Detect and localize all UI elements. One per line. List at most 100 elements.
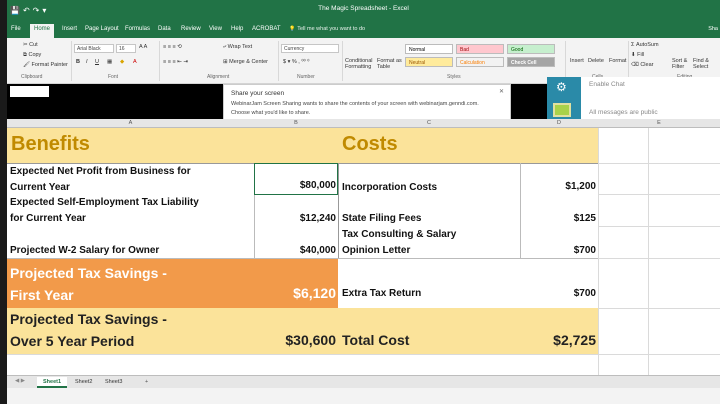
copy-button[interactable]: ⧉ Copy [23,52,41,59]
sheet-tab-sheet1[interactable]: Sheet1 [37,377,68,388]
enable-chat-label[interactable]: Enable Chat [589,81,625,88]
column-header-d[interactable]: D [520,120,598,126]
sheet-tab-sheet2[interactable]: Sheet2 [69,377,98,388]
extra-tax-label[interactable]: Extra Tax Return [342,286,421,302]
sheet-tab-sheet3[interactable]: Sheet3 [99,377,128,388]
cost-label[interactable]: Tax Consulting & Salary Opinion Letter [342,227,456,259]
worksheet-grid: Benefits Costs Expected Net Profit from … [7,128,720,375]
benefit-label[interactable]: Projected W-2 Salary for Owner [10,243,159,259]
chat-sidebar: ⚙ [547,77,581,119]
cost-label[interactable]: State Filing Fees [342,211,421,227]
column-header-c[interactable]: C [338,120,520,126]
excel-window: 💾↶↷▾ The Magic Spreadsheet - Excel File … [7,0,720,404]
style-normal[interactable]: Normal [405,44,453,54]
total-cost-value[interactable]: $2,725 [522,332,596,348]
benefit-label[interactable]: Expected Self-Employment Tax Liability fo… [10,195,199,227]
share-screen-popup: Share your screen WebinarJam Screen Shar… [223,84,511,120]
tab-help[interactable]: Help [231,26,243,32]
title-bar: 💾↶↷▾ The Magic Spreadsheet - Excel [7,0,720,23]
share-button[interactable]: Sha [708,26,718,32]
wrap-text-button[interactable]: ⤶ Wrap Text [223,44,252,51]
extra-tax-value[interactable]: $700 [522,288,596,299]
savings-first-label[interactable]: Projected Tax Savings - First Year [10,262,167,306]
column-header-e[interactable]: E [598,120,720,126]
insert-cells-button[interactable]: Insert [570,58,584,64]
savings-five-label[interactable]: Projected Tax Savings - Over 5 Year Perio… [10,308,167,352]
tab-file[interactable]: File [11,26,21,32]
merge-center-button[interactable]: ⊞ Merge & Center [223,59,268,65]
align-icons[interactable]: ≡ ≡ ≡ ⟲ [163,44,182,50]
cost-label[interactable]: Incorporation Costs [342,180,437,196]
tab-formulas[interactable]: Formulas [125,26,150,32]
column-headers: A B C D E [7,119,720,128]
cut-button[interactable]: ✂ Cut [23,42,38,48]
total-cost-label[interactable]: Total Cost [342,332,409,348]
benefits-header[interactable]: Benefits [11,133,90,156]
format-painter-button[interactable]: 🖌 Format Painter [23,62,68,68]
benefit-value[interactable]: $40,000 [256,245,336,256]
savings-five-value[interactable]: $30,600 [256,332,336,348]
tab-review[interactable]: Review [181,26,201,32]
clipboard-group-label: Clipboard [21,74,43,80]
fill-color-icon[interactable]: ◆ [120,59,124,65]
number-format-icons[interactable]: $ ▾ % , ⁰⁰ ⁰ [283,59,310,65]
autosum-button[interactable]: Σ AutoSum [631,42,659,48]
font-size-box[interactable]: 16 [116,44,136,53]
benefit-value[interactable]: $80,000 [256,180,336,191]
tab-insert[interactable]: Insert [62,26,77,32]
style-neutral[interactable]: Neutral [405,57,453,67]
cost-value[interactable]: $125 [522,213,596,224]
delete-cells-button[interactable]: Delete [588,58,604,64]
tab-data[interactable]: Data [158,26,171,32]
tab-acrobat[interactable]: ACROBAT [252,26,281,32]
add-sheet-icon[interactable]: + [139,377,154,388]
status-bar [7,388,720,404]
benefit-value[interactable]: $12,240 [256,213,336,224]
share-popup-title: Share your screen [231,90,285,97]
conditional-formatting-button[interactable]: Conditional Formatting [345,58,375,70]
font-group-label: Font [108,74,119,80]
tab-home[interactable]: Home [30,24,55,38]
number-format-box[interactable]: Currency [281,44,339,53]
underline-button[interactable]: U [95,59,99,65]
style-check-cell[interactable]: Check Cell [507,57,555,67]
italic-button[interactable]: I [86,59,88,65]
style-bad[interactable]: Bad [456,44,504,54]
column-header-b[interactable]: B [254,120,338,126]
font-color-icon[interactable]: A [133,59,137,65]
format-as-table-button[interactable]: Format as Table [377,58,403,70]
clear-button[interactable]: ⌫ Clear [631,62,653,68]
borders-icon[interactable]: ▦ [107,59,112,65]
grow-font-icon[interactable]: A A [139,44,147,50]
ribbon-tabs: File Home Insert Page Layout Formulas Da… [7,23,720,38]
messages-public-label: All messages are public [589,109,658,116]
format-cells-button[interactable]: Format [609,58,626,64]
bold-button[interactable]: B [76,59,80,65]
sheet-nav-icons[interactable]: ◀ ▶ [15,378,25,384]
share-popup-instruction: Choose what you'd like to share. [231,110,311,116]
benefit-label[interactable]: Expected Net Profit from Business for Cur… [10,164,191,196]
tab-view[interactable]: View [209,26,222,32]
chat-panel-icon[interactable] [553,103,571,117]
sort-filter-button[interactable]: Sort & Filter [672,58,694,70]
costs-header[interactable]: Costs [342,133,398,156]
style-good[interactable]: Good [507,44,555,54]
find-select-button[interactable]: Find & Select [693,58,717,70]
font-name-box[interactable]: Arial Black [74,44,114,53]
sheet-tab-bar: ◀ ▶ Sheet1 Sheet2 Sheet3 + [7,375,720,388]
savings-first-value[interactable]: $6,120 [256,285,336,301]
column-header-a[interactable]: A [7,120,254,126]
style-calculation[interactable]: Calculation [456,57,504,67]
close-icon[interactable]: ✕ [499,88,504,95]
redacted-box [10,86,49,97]
alignment-group-label: Alignment [207,74,230,80]
fill-button[interactable]: ⬇ Fill [631,52,644,58]
tell-me-search[interactable]: Tell me what you want to do [289,26,365,32]
gear-icon[interactable]: ⚙ [556,80,567,94]
tab-page-layout[interactable]: Page Layout [85,26,119,32]
window-title: The Magic Spreadsheet - Excel [318,5,409,12]
number-group-label: Number [297,74,315,80]
cost-value[interactable]: $700 [522,245,596,256]
cost-value[interactable]: $1,200 [522,181,596,192]
align-h-icons[interactable]: ≡ ≡ ≡ ⇤ ⇥ [163,59,188,65]
